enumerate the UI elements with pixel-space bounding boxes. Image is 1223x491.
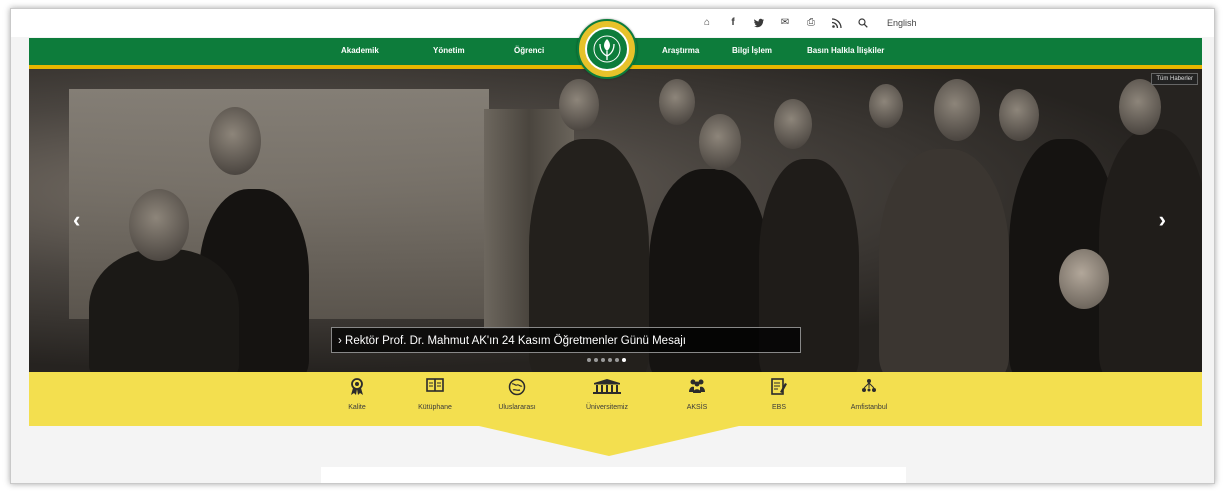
quick-link-label: Kütüphane xyxy=(418,404,452,411)
network-icon xyxy=(829,378,909,398)
photo-figure-head xyxy=(699,114,741,170)
quick-link-universitemiz[interactable]: Üniversitemiz xyxy=(567,378,647,411)
photo-figure-head xyxy=(559,79,599,131)
home-icon[interactable]: ⌂ xyxy=(701,17,713,29)
slider-dot[interactable] xyxy=(608,358,612,362)
quick-link-ebs[interactable]: EBS xyxy=(739,378,819,411)
slide-caption-text: Rektör Prof. Dr. Mahmut AK'ın 24 Kasım Ö… xyxy=(345,335,686,347)
rss-icon[interactable] xyxy=(831,17,843,29)
content-area-top xyxy=(321,467,906,483)
browser-page: ⌂ f ✉ ⎙ English Akademik Yönetim Öğrenci… xyxy=(10,8,1215,484)
tulip-emblem-icon xyxy=(593,35,621,63)
nav-item-basin-halkla-iliskiler[interactable]: Basın Halkla İlişkiler xyxy=(807,46,884,55)
all-news-button[interactable]: Tüm Haberler xyxy=(1151,73,1198,85)
quick-link-aksis[interactable]: AKSİS xyxy=(657,378,737,411)
quick-link-amfistanbul[interactable]: Amfistanbul xyxy=(829,378,909,411)
photo-figure-head xyxy=(774,99,812,149)
nav-item-ogrenci[interactable]: Öğrenci xyxy=(514,46,544,55)
photo-figure xyxy=(1099,129,1202,372)
mail-icon[interactable]: ✉ xyxy=(779,17,791,29)
university-building-icon xyxy=(567,378,647,398)
quick-link-label: Uluslararası xyxy=(498,404,536,411)
slider-next-arrow-icon[interactable]: › xyxy=(1159,207,1166,233)
facebook-icon[interactable]: f xyxy=(727,17,739,29)
photo-figure-head xyxy=(129,189,189,261)
quick-link-label: AKSİS xyxy=(686,404,708,411)
photo-figure-head xyxy=(934,79,980,141)
slider-prev-arrow-icon[interactable]: ‹ xyxy=(73,207,80,233)
users-icon xyxy=(657,378,737,398)
quick-link-kutuphane[interactable]: Kütüphane xyxy=(395,378,475,411)
twitter-icon[interactable] xyxy=(753,17,765,29)
quick-link-label: Kalite xyxy=(348,404,366,411)
photo-figure-head xyxy=(1119,79,1161,135)
slider-dot[interactable] xyxy=(601,358,605,362)
photo-figure-head xyxy=(999,89,1039,141)
slider-dot-active[interactable] xyxy=(622,358,626,362)
quick-link-label: Üniversitemiz xyxy=(585,404,628,411)
quick-links-bar: Kalite Kütüphane Uluslararası Üniversite… xyxy=(29,372,1202,426)
slider-dot[interactable] xyxy=(594,358,598,362)
quick-link-uluslararasi[interactable]: Uluslararası xyxy=(477,378,557,411)
document-edit-icon xyxy=(739,378,819,398)
photo-figure-head xyxy=(209,107,261,175)
photo-figure xyxy=(89,249,239,372)
quick-links-pointer xyxy=(479,426,739,456)
logo-emblem xyxy=(585,27,629,71)
book-icon xyxy=(395,378,475,398)
utility-links: ⌂ f ✉ ⎙ English xyxy=(701,16,917,30)
search-icon[interactable] xyxy=(857,17,869,29)
photo-figure-head xyxy=(1059,249,1109,309)
nav-item-akademik[interactable]: Akademik xyxy=(341,46,379,55)
quick-link-label: Amfistanbul xyxy=(850,404,888,411)
slider-dot[interactable] xyxy=(587,358,591,362)
nav-item-yonetim[interactable]: Yönetim xyxy=(433,46,465,55)
quick-link-label: EBS xyxy=(771,404,786,411)
photo-figure xyxy=(879,149,1009,372)
nav-item-arastirma[interactable]: Araştırma xyxy=(662,46,699,55)
language-link[interactable]: English xyxy=(887,18,917,28)
hero-slider: Tüm Haberler ‹ › › Rektör Prof. Dr. Mahm… xyxy=(29,69,1202,372)
globe-icon xyxy=(477,378,557,398)
award-icon xyxy=(317,378,397,398)
print-icon[interactable]: ⎙ xyxy=(805,17,817,29)
nav-item-bilgi-islem[interactable]: Bilgi İşlem xyxy=(732,46,772,55)
slider-dot[interactable] xyxy=(615,358,619,362)
photo-figure-head xyxy=(869,84,903,128)
quick-link-kalite[interactable]: Kalite xyxy=(317,378,397,411)
slider-dots xyxy=(587,358,626,362)
photo-figure-head xyxy=(659,79,695,125)
chevron-right-icon: › xyxy=(338,335,346,347)
university-logo[interactable] xyxy=(577,19,637,79)
slide-caption-link[interactable]: › Rektör Prof. Dr. Mahmut AK'ın 24 Kasım… xyxy=(331,327,801,353)
